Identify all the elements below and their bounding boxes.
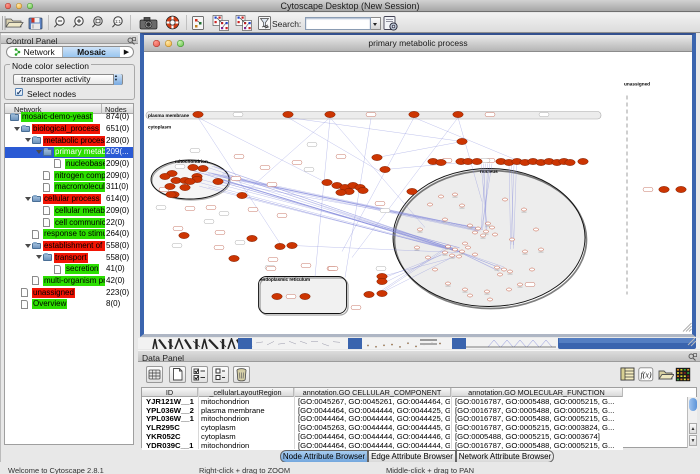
svg-text:endoplasmic reticulum: endoplasmic reticulum	[260, 277, 310, 282]
svg-text:mitochondrion: mitochondrion	[175, 159, 208, 164]
svg-text:plasma membrane: plasma membrane	[148, 113, 190, 118]
svg-text:f(x): f(x)	[640, 371, 651, 380]
svg-text:unassigned: unassigned	[624, 82, 650, 87]
svg-text:1:1: 1:1	[115, 19, 121, 24]
svg-text:cytoplasm: cytoplasm	[148, 125, 171, 130]
